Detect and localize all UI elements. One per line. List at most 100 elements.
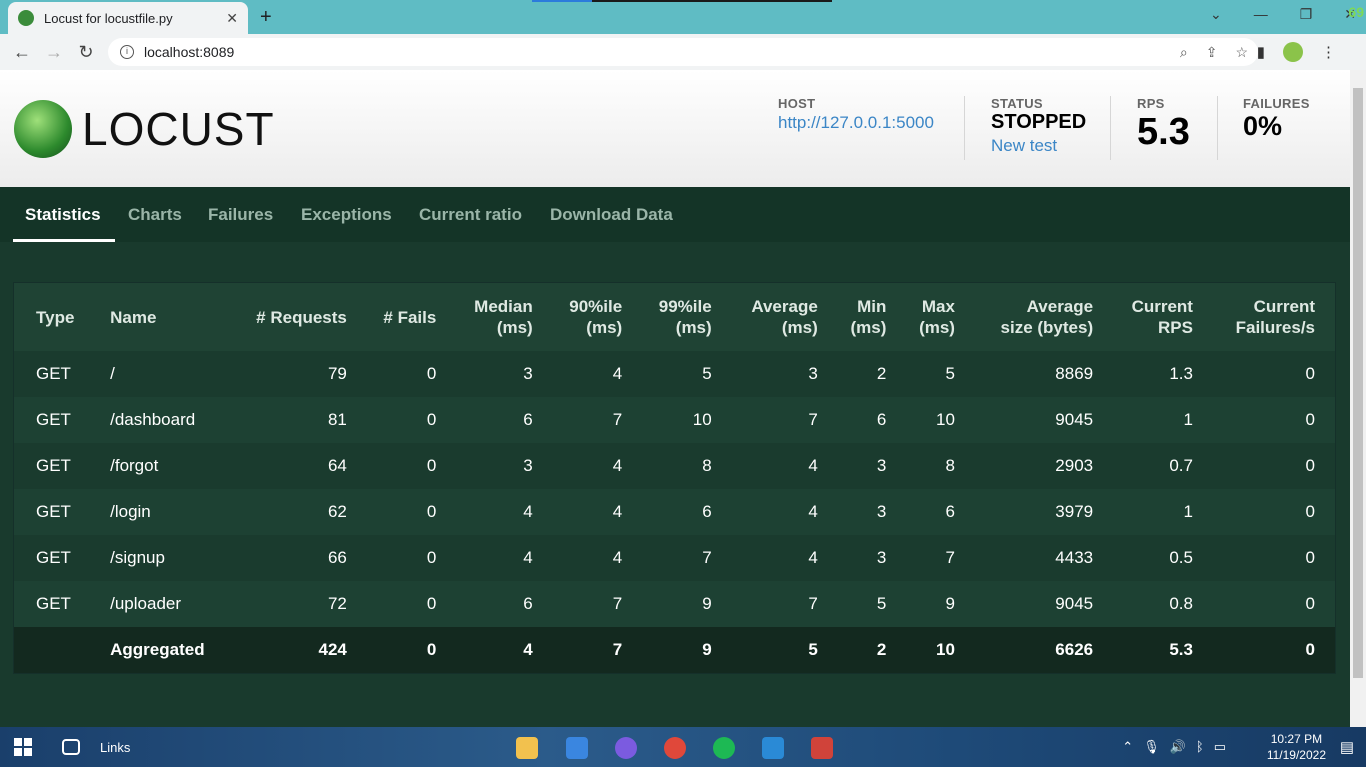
aggregated-cell: 10: [936, 640, 955, 659]
table-cell: 4: [612, 548, 623, 567]
rps-value: 5.3: [1137, 111, 1190, 153]
notifications-icon[interactable]: ▤: [1340, 738, 1354, 756]
host-link[interactable]: http://127.0.0.1:5000: [778, 113, 934, 133]
divider: [1217, 96, 1218, 160]
tab-download-data[interactable]: Download Data: [550, 205, 673, 225]
mic-icon[interactable]: 🎙: [1143, 739, 1160, 755]
corner-badge: 69: [1348, 4, 1364, 20]
column-header-text: # Requests: [256, 307, 347, 327]
table-cell: 4: [612, 364, 623, 383]
file-explorer-icon[interactable]: [516, 737, 538, 759]
column-header[interactable]: Average (ms): [731, 283, 838, 351]
table-cell: 0.7: [1169, 456, 1193, 475]
url-bar[interactable]: i localhost:8089 ⌕ ⇪ ☆: [108, 38, 1258, 66]
failures-value: 0%: [1243, 111, 1283, 141]
links-toolbar[interactable]: Links: [100, 740, 130, 755]
column-header[interactable]: Average size (bytes): [974, 283, 1114, 351]
table-cell: 1.3: [1169, 364, 1193, 383]
tab-exceptions[interactable]: Exceptions: [301, 205, 392, 225]
column-header-text: (ms): [781, 318, 818, 337]
scrollbar-thumb[interactable]: [1353, 88, 1363, 678]
table-body: GET/79 0 3 4 5 3 2 5 8869 1.3 0 GET/dashboard 81 0 6 7 1…: [14, 351, 1335, 673]
chevron-up-icon[interactable]: ⌃: [1122, 739, 1133, 755]
table-cell: 2903: [1055, 456, 1094, 475]
task-view-icon[interactable]: [62, 739, 80, 755]
spotify-icon[interactable]: [713, 737, 735, 759]
column-header[interactable]: # Fails: [366, 283, 457, 351]
restore-icon[interactable]: ❐: [1300, 6, 1313, 23]
profile-avatar[interactable]: [1283, 42, 1303, 62]
app-icon[interactable]: [811, 737, 833, 759]
menu-kebab-icon[interactable]: ⋮: [1321, 43, 1336, 61]
column-header[interactable]: Current Failures/s: [1212, 283, 1335, 351]
discord-icon[interactable]: [615, 737, 637, 759]
aggregated-cell: 9: [702, 640, 712, 659]
loading-accent-bar: [532, 0, 832, 2]
new-tab-icon[interactable]: +: [260, 6, 272, 29]
network-icon[interactable]: ▭: [1214, 739, 1226, 755]
aggregated-cell: 6626: [1055, 640, 1094, 659]
minimize-icon[interactable]: —: [1254, 6, 1268, 23]
chrome-icon[interactable]: [664, 737, 686, 759]
tab-current-ratio[interactable]: Current ratio: [419, 205, 522, 225]
browser-tab[interactable]: Locust for locustfile.py ✕: [8, 2, 248, 34]
forward-icon[interactable]: →: [38, 42, 70, 63]
clock-time: 10:27 PM: [1270, 732, 1323, 746]
table-cell: 0: [1305, 594, 1315, 613]
table-cell: 79: [327, 364, 347, 383]
vscode-icon[interactable]: [762, 737, 784, 759]
table-cell: 4: [523, 548, 533, 567]
site-info-icon[interactable]: i: [120, 45, 134, 59]
table-cell: 1: [1183, 410, 1193, 429]
tab-charts[interactable]: Charts: [128, 205, 182, 225]
tab-failures[interactable]: Failures: [208, 205, 273, 225]
table-cell: 7: [945, 548, 955, 567]
column-header[interactable]: 90%ile (ms): [552, 283, 643, 351]
column-header[interactable]: Min (ms): [837, 283, 907, 351]
page-scrollbar[interactable]: [1350, 70, 1366, 727]
column-header-text: Median: [474, 297, 533, 316]
column-header-text: # Fails: [383, 307, 437, 327]
new-test-link[interactable]: New test: [991, 136, 1086, 156]
column-header[interactable]: 99%ile (ms): [642, 283, 732, 351]
aggregated-cell: 7: [612, 640, 623, 659]
column-header[interactable]: Median (ms): [456, 283, 553, 351]
status-label: STATUS: [991, 96, 1043, 111]
zoom-icon[interactable]: ⌕: [1180, 44, 1188, 61]
table-cell: 6: [945, 502, 955, 521]
reload-icon[interactable]: ↻: [70, 42, 102, 63]
column-header[interactable]: Type: [14, 283, 89, 351]
tab-search-icon[interactable]: ⌄: [1210, 6, 1222, 23]
table-cell: 7: [808, 594, 818, 613]
table-cell: 4433: [1055, 548, 1094, 567]
table-cell: /dashboard: [110, 410, 196, 429]
column-header-text: Name: [110, 307, 157, 327]
table-cell: 8869: [1055, 364, 1094, 383]
window-controls: ⌄ — ❐ ✕: [1210, 6, 1356, 23]
back-icon[interactable]: ←: [6, 42, 38, 63]
column-header-text: Min: [857, 297, 887, 316]
store-icon[interactable]: [566, 737, 588, 759]
table-cell: 0: [1305, 456, 1315, 475]
close-tab-icon[interactable]: ✕: [226, 10, 238, 27]
table-cell: 9045: [1055, 594, 1094, 613]
table-cell: 64: [327, 456, 347, 475]
share-icon[interactable]: ⇪: [1206, 44, 1218, 61]
table-row: GET/dashboard 81 0 6 7 10 7 6 10 9045 1 0: [14, 397, 1335, 443]
clock[interactable]: 10:27 PM 11/19/2022: [1267, 731, 1326, 763]
column-header[interactable]: Max (ms): [906, 283, 975, 351]
divider: [964, 96, 965, 160]
column-header[interactable]: Name: [88, 283, 232, 351]
volume-icon[interactable]: 🔊: [1170, 739, 1186, 755]
bluetooth-icon[interactable]: ᛒ: [1196, 739, 1204, 755]
table-cell: 0: [426, 410, 437, 429]
column-header[interactable]: # Requests: [231, 283, 367, 351]
column-header-text: size (bytes): [1000, 318, 1094, 337]
aggregated-cell: 4: [523, 640, 533, 659]
bookmark-star-icon[interactable]: ☆: [1235, 44, 1248, 61]
column-header[interactable]: Current RPS: [1113, 283, 1213, 351]
windows-start-icon[interactable]: [14, 738, 32, 756]
side-panel-icon[interactable]: ▮: [1257, 43, 1265, 61]
tab-statistics[interactable]: Statistics: [25, 205, 101, 225]
rps-label: RPS: [1137, 96, 1165, 111]
